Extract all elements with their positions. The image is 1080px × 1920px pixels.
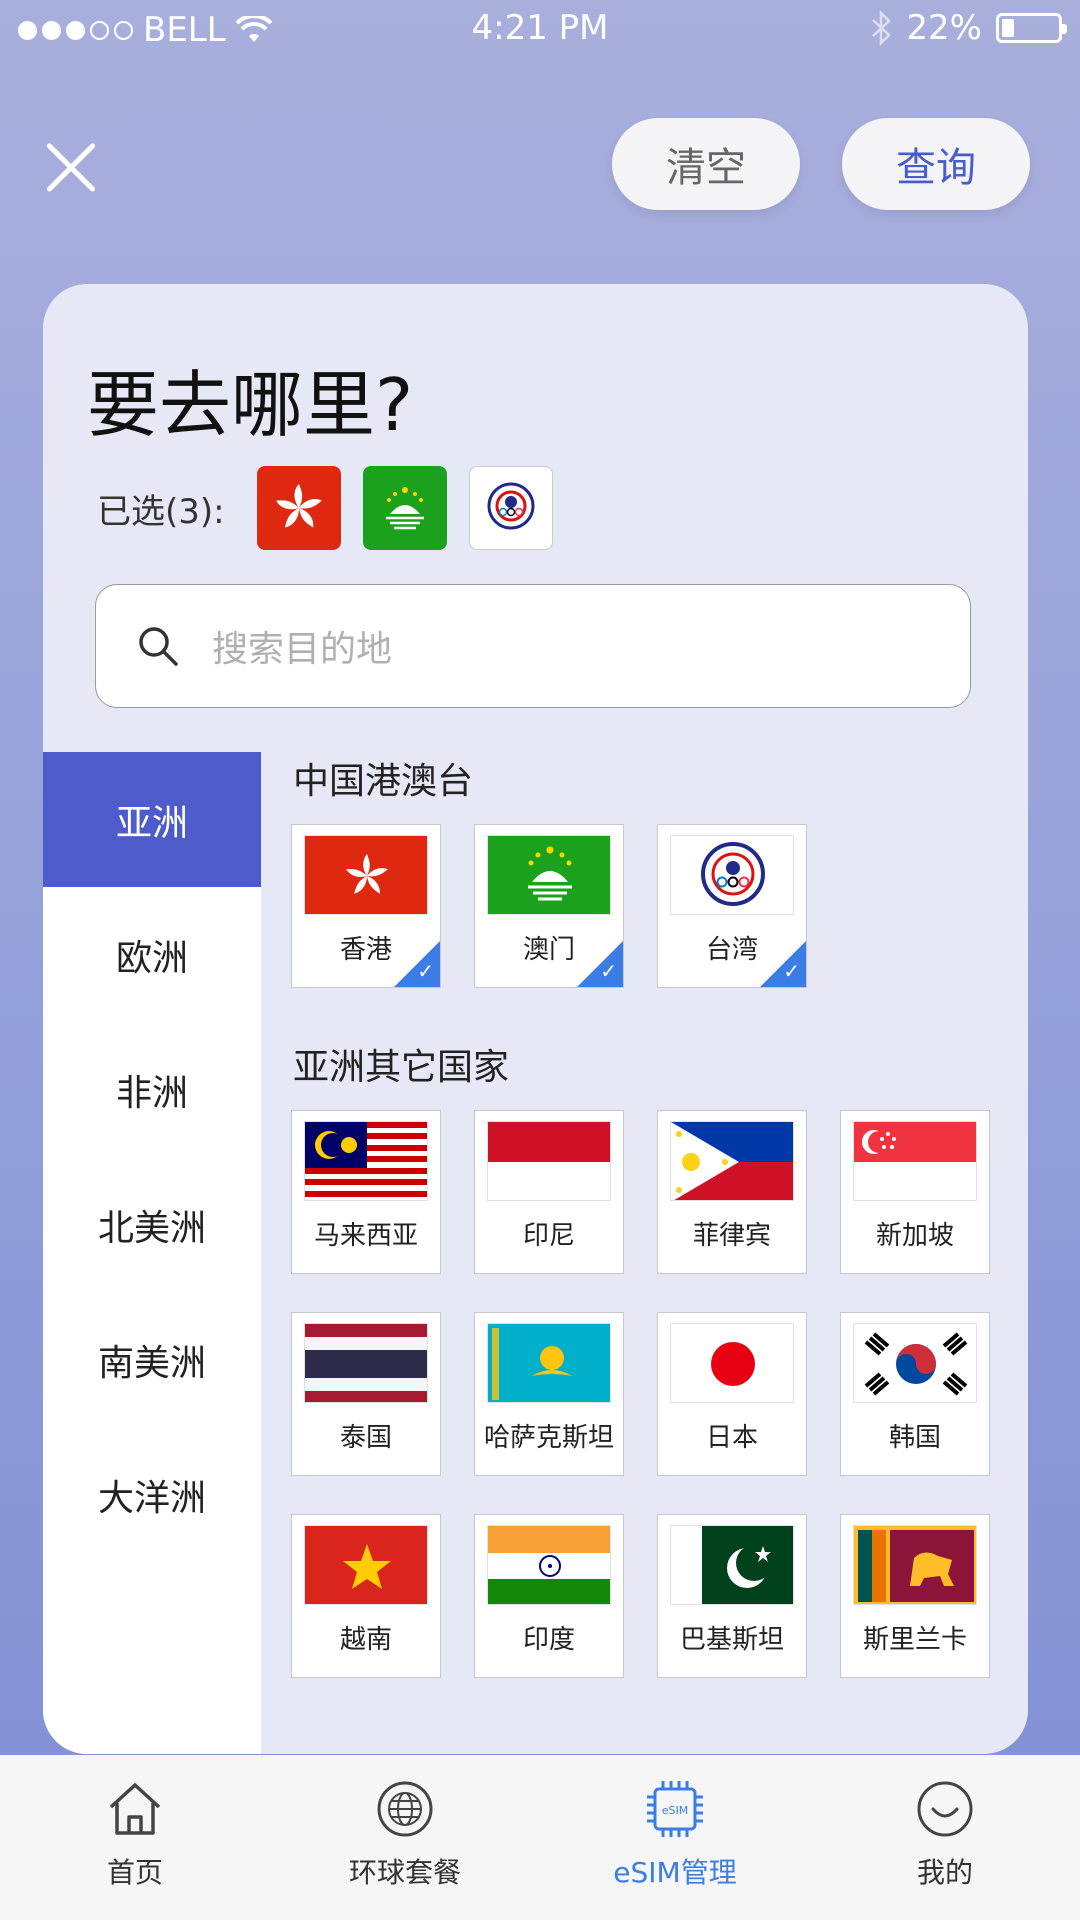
singapore-flag-icon [853, 1121, 977, 1201]
tab-esim-management[interactable]: eSIM eSIM管理 [540, 1755, 810, 1920]
checkmark-icon: ✓ [783, 959, 800, 983]
status-right: 22% [870, 8, 1067, 48]
destination-name: 巴基斯坦 [679, 1625, 784, 1655]
destination-tile-taiwan[interactable]: 台湾 ✓ [657, 824, 807, 988]
sidebar-item-europe[interactable]: 欧洲 [43, 887, 261, 1022]
vietnam-flag-icon [304, 1525, 428, 1605]
japan-flag-icon [670, 1323, 794, 1403]
sidebar-item-asia[interactable]: 亚洲 [43, 752, 261, 887]
tab-label: 我的 [916, 1856, 973, 1889]
thailand-flag-icon [304, 1323, 428, 1403]
destination-tile-malaysia[interactable]: 马来西亚 [291, 1110, 441, 1274]
section-title-other-asia: 亚洲其它国家 [293, 1047, 510, 1088]
india-flag-icon [487, 1525, 611, 1605]
korea-flag-icon [853, 1323, 977, 1403]
destination-name: 斯里兰卡 [862, 1625, 967, 1655]
tab-label: eSIM管理 [613, 1856, 737, 1889]
destination-card: 要去哪里? 已选(3): 搜索目的地 亚洲 欧洲 非洲 北美洲 南美洲 大洋洲 … [43, 284, 1028, 1754]
sidebar-item-north-america[interactable]: 北美洲 [43, 1157, 261, 1292]
destination-tile-japan[interactable]: 日本 [657, 1312, 807, 1476]
pakistan-flag-icon [670, 1525, 794, 1605]
kazakhstan-flag-icon [487, 1323, 611, 1403]
battery-percent: 22% [906, 8, 982, 48]
destination-name: 菲律宾 [692, 1221, 771, 1251]
continent-sidebar: 亚洲 欧洲 非洲 北美洲 南美洲 大洋洲 [43, 752, 261, 1754]
tab-global-plans[interactable]: 环球套餐 [270, 1755, 540, 1920]
bottom-tab-bar: 首页 环球套餐 eSIM eSIM管理 我的 [0, 1755, 1080, 1920]
philippines-flag-icon [670, 1121, 794, 1201]
home-icon [109, 1783, 161, 1835]
destination-name: 韩国 [888, 1423, 941, 1453]
section-title-hk-macau-taiwan: 中国港澳台 [293, 761, 474, 802]
tab-profile[interactable]: 我的 [810, 1755, 1080, 1920]
sidebar-item-oceania[interactable]: 大洋洲 [43, 1427, 261, 1562]
malaysia-flag-icon [304, 1121, 428, 1201]
clear-button[interactable]: 清空 [612, 118, 800, 210]
destination-tile-philippines[interactable]: 菲律宾 [657, 1110, 807, 1274]
bluetooth-icon [872, 10, 892, 46]
tab-label: 首页 [106, 1856, 163, 1889]
macau-flag-icon [487, 835, 611, 915]
destination-tile-pakistan[interactable]: 巴基斯坦 [657, 1514, 807, 1678]
destination-tile-kazakhstan[interactable]: 哈萨克斯坦 [474, 1312, 624, 1476]
tab-home[interactable]: 首页 [0, 1755, 270, 1920]
taiwan-flag-icon [670, 835, 794, 915]
indonesia-flag-icon [487, 1121, 611, 1201]
destination-name: 新加坡 [875, 1221, 954, 1251]
sidebar-item-south-america[interactable]: 南美洲 [43, 1292, 261, 1427]
destination-tile-singapore[interactable]: 新加坡 [840, 1110, 990, 1274]
hong-kong-flag-icon[interactable] [256, 466, 341, 550]
destination-name: 印尼 [522, 1221, 575, 1251]
destination-tile-korea[interactable]: 韩国 [840, 1312, 990, 1476]
destination-name: 日本 [705, 1423, 758, 1453]
search-field[interactable]: 搜索目的地 [95, 584, 971, 708]
tab-label: 环球套餐 [348, 1856, 461, 1889]
destination-name: 马来西亚 [313, 1221, 418, 1251]
selected-destinations: 已选(3): [97, 466, 575, 550]
sri-lanka-flag-icon [853, 1525, 977, 1605]
search-icon [139, 627, 178, 666]
globe-icon [377, 1781, 433, 1837]
checkmark-icon: ✓ [417, 959, 434, 983]
destination-tile-hong-kong[interactable]: 香港 ✓ [291, 824, 441, 988]
destination-tile-india[interactable]: 印度 [474, 1514, 624, 1678]
destination-list: 中国港澳台 香港 ✓ 澳门 ✓ 台湾 ✓ 亚洲其它国家 马来西亚 印尼 菲律宾 … [261, 752, 1028, 1754]
query-button[interactable]: 查询 [842, 118, 1030, 210]
search-input[interactable]: 搜索目的地 [212, 620, 392, 672]
esim-chip-icon: eSIM [647, 1781, 703, 1837]
destination-name: 印度 [522, 1625, 575, 1655]
destination-name: 哈萨克斯坦 [483, 1423, 614, 1453]
destination-tile-sri-lanka[interactable]: 斯里兰卡 [840, 1514, 990, 1678]
selected-count-label: 已选(3): [97, 491, 225, 532]
destination-tile-thailand[interactable]: 泰国 [291, 1312, 441, 1476]
checkmark-icon: ✓ [600, 959, 617, 983]
sidebar-item-africa[interactable]: 非洲 [43, 1022, 261, 1157]
battery-icon [996, 13, 1067, 43]
close-icon[interactable] [42, 138, 100, 196]
svg-text:eSIM: eSIM [662, 1804, 689, 1817]
destination-tile-macau[interactable]: 澳门 ✓ [474, 824, 624, 988]
smiley-profile-icon [917, 1781, 973, 1837]
destination-tile-indonesia[interactable]: 印尼 [474, 1110, 624, 1274]
destination-name: 泰国 [339, 1423, 392, 1453]
page-title: 要去哪里? [87, 363, 414, 447]
hong-kong-flag-icon [304, 835, 428, 915]
macau-flag-icon[interactable] [362, 466, 447, 550]
destination-name: 越南 [339, 1625, 392, 1655]
status-bar: BELL 4:21 PM 22% [0, 0, 1080, 60]
taiwan-flag-icon[interactable] [468, 466, 553, 550]
destination-tile-vietnam[interactable]: 越南 [291, 1514, 441, 1678]
